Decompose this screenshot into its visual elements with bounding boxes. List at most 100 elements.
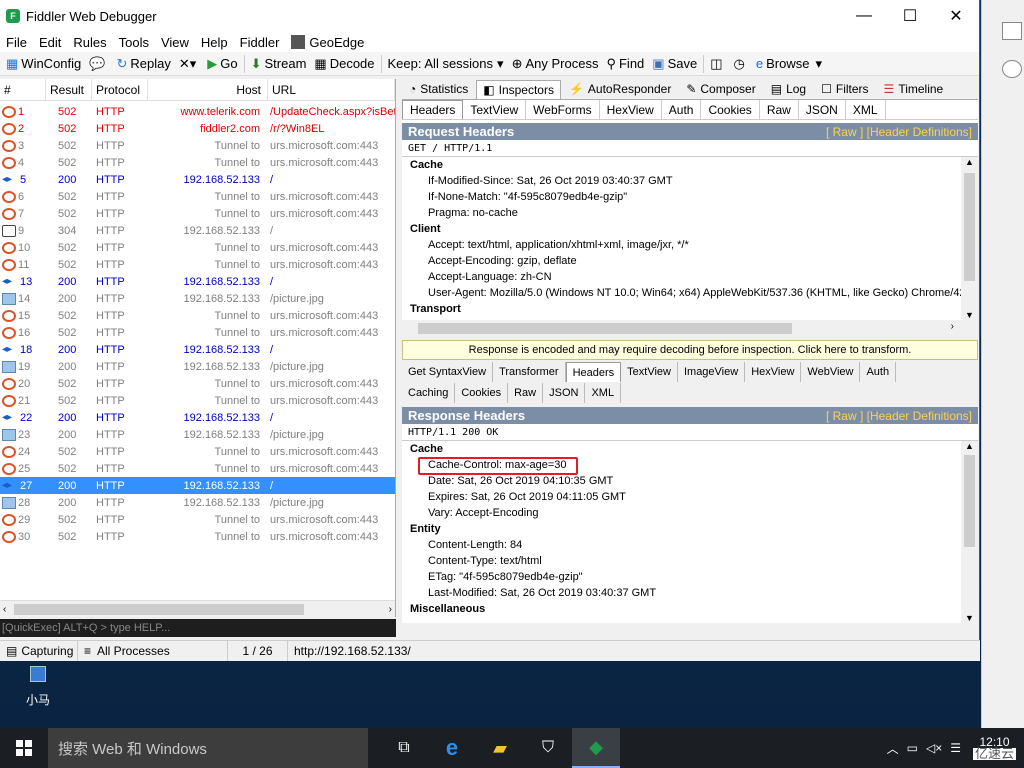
session-row[interactable]: 7 502 HTTP Tunnel to urs.microsoft.com:443: [0, 205, 395, 222]
edge-button[interactable]: e: [428, 728, 476, 768]
req-tab-webforms[interactable]: WebForms: [526, 100, 600, 119]
session-row[interactable]: ◂▸ 27 200 HTTP 192.168.52.133 /: [0, 477, 395, 494]
tab-statistics[interactable]: ◔ Statistics: [402, 79, 475, 99]
session-row[interactable]: ◂▸ 22 200 HTTP 192.168.52.133 /: [0, 409, 395, 426]
request-horizontal-scrollbar[interactable]: ›: [402, 320, 978, 337]
header-item[interactable]: If-None-Match: "4f-595c8079edb4e-gzip": [402, 189, 978, 205]
ime-icon[interactable]: ☰: [946, 741, 965, 755]
decode-button[interactable]: ▦ Decode: [310, 56, 378, 72]
keep-sessions-dropdown[interactable]: Keep: All sessions ▾: [384, 56, 508, 72]
req-tab-cookies[interactable]: Cookies: [701, 100, 760, 119]
req-tab-auth[interactable]: Auth: [662, 100, 702, 119]
start-button[interactable]: [0, 728, 48, 768]
menu-view[interactable]: View: [155, 35, 195, 50]
header-item[interactable]: Date: Sat, 26 Oct 2019 04:10:35 GMT: [402, 473, 978, 489]
volume-icon[interactable]: ◁×: [922, 741, 946, 755]
session-row[interactable]: 21 502 HTTP Tunnel to urs.microsoft.com:443: [0, 392, 395, 409]
winconfig-button[interactable]: ▦ WinConfig: [2, 56, 85, 72]
session-row[interactable]: 23 200 HTTP 192.168.52.133/picture.jpg: [0, 426, 395, 443]
menu-file[interactable]: File: [0, 35, 33, 50]
header-group[interactable]: Client: [402, 221, 978, 237]
session-row[interactable]: ◂▸ 5 200 HTTP 192.168.52.133 /: [0, 171, 395, 188]
menu-tools[interactable]: Tools: [113, 35, 155, 50]
session-row[interactable]: 14 200 HTTP 192.168.52.133/picture.jpg: [0, 290, 395, 307]
store-button[interactable]: ⛉: [524, 728, 572, 768]
scroll-right-icon[interactable]: ›: [389, 604, 392, 615]
req-tab-hexview[interactable]: HexView: [600, 100, 662, 119]
remove-button[interactable]: ✕▾: [175, 56, 203, 72]
tray-chevron-icon[interactable]: ︿: [883, 740, 903, 757]
column-number[interactable]: #: [0, 79, 46, 100]
resp-tab-raw[interactable]: Raw: [508, 383, 544, 403]
scroll-thumb[interactable]: [14, 604, 304, 615]
resp-tab-json[interactable]: JSON: [543, 383, 586, 403]
request-header-links[interactable]: [ Raw ] [Header Definitions]: [826, 125, 978, 139]
session-row[interactable]: 3 502 HTTP Tunnel to urs.microsoft.com:443: [0, 137, 395, 154]
resp-tab-cookies[interactable]: Cookies: [455, 383, 509, 403]
header-item[interactable]: ETag: "4f-595c8079edb4e-gzip": [402, 569, 978, 585]
session-row[interactable]: 11 502 HTTP Tunnel to urs.microsoft.com:443: [0, 256, 395, 273]
session-row[interactable]: 28 200 HTTP 192.168.52.133/picture.jpg: [0, 494, 395, 511]
session-row[interactable]: 9 304 HTTP 192.168.52.133 /: [0, 222, 395, 239]
taskbar-search-input[interactable]: 搜索 Web 和 Windows: [48, 728, 368, 768]
session-row[interactable]: 2 502 HTTP fiddler2.com/r/?Win8EL: [0, 120, 395, 137]
decode-banner[interactable]: Response is encoded and may require deco…: [402, 340, 978, 360]
menu-edit[interactable]: Edit: [33, 35, 67, 50]
resp-tab-xml[interactable]: XML: [585, 383, 622, 403]
response-header-tree[interactable]: Cache Cache-Control: max-age=30 Date: Sat,…: [402, 441, 978, 623]
tab-log[interactable]: ▤ Log: [764, 79, 813, 99]
comment-button[interactable]: 💬: [85, 56, 112, 72]
req-tab-headers[interactable]: Headers: [402, 100, 464, 119]
timer-button[interactable]: ◷: [730, 56, 752, 72]
resp-tab-textview[interactable]: TextView: [621, 362, 678, 382]
process-filter[interactable]: ≡ All Processes: [78, 641, 228, 661]
header-item[interactable]: Accept-Language: zh-CN: [402, 269, 978, 285]
find-button[interactable]: ⚲ Find: [602, 56, 648, 72]
header-item[interactable]: Vary: Accept-Encoding: [402, 505, 978, 521]
close-button[interactable]: ✕: [933, 0, 979, 32]
session-row[interactable]: 4 502 HTTP Tunnel to urs.microsoft.com:443: [0, 154, 395, 171]
stream-button[interactable]: ⬇ Stream: [247, 56, 311, 72]
header-group[interactable]: Miscellaneous: [402, 601, 978, 617]
session-row[interactable]: 6 502 HTTP Tunnel to urs.microsoft.com:443: [0, 188, 395, 205]
browse-button[interactable]: e Browse ▾: [752, 56, 826, 72]
scroll-left-icon[interactable]: ‹: [3, 604, 6, 615]
fiddler-taskbar-button[interactable]: ◆: [572, 728, 620, 768]
go-button[interactable]: ▶ Go: [203, 56, 241, 72]
session-row[interactable]: 16 502 HTTP Tunnel to urs.microsoft.com:443: [0, 324, 395, 341]
resp-tab-headers[interactable]: Headers: [565, 362, 622, 382]
session-row[interactable]: 1 502 HTTP www.telerik.com/UpdateCheck.aspx…: [0, 103, 395, 120]
any-process-button[interactable]: ⊕ Any Process: [508, 56, 603, 72]
session-row[interactable]: 19 200 HTTP 192.168.52.133/picture.jpg: [0, 358, 395, 375]
req-tab-raw[interactable]: Raw: [760, 100, 799, 119]
req-tab-textview[interactable]: TextView: [463, 100, 527, 119]
menu-fiddler[interactable]: Fiddler: [234, 35, 286, 50]
tab-autoresponder[interactable]: ⚡ AutoResponder: [562, 79, 678, 99]
session-horizontal-scrollbar[interactable]: ‹ ›: [0, 600, 395, 617]
column-host[interactable]: Host: [148, 79, 268, 100]
capturing-status[interactable]: ▤ Capturing: [0, 641, 78, 661]
resp-tab-getsyntaxview[interactable]: Get SyntaxView: [402, 362, 494, 382]
header-item[interactable]: Content-Type: text/html: [402, 553, 978, 569]
header-item[interactable]: Pragma: no-cache: [402, 205, 978, 221]
response-header-links[interactable]: [ Raw ] [Header Definitions]: [826, 409, 978, 423]
resp-tab-webview[interactable]: WebView: [801, 362, 861, 382]
minimize-button[interactable]: —: [841, 0, 887, 32]
tab-inspectors[interactable]: ◧ Inspectors: [476, 80, 561, 99]
header-item[interactable]: Accept-Encoding: gzip, deflate: [402, 253, 978, 269]
header-group[interactable]: Cache: [402, 441, 978, 457]
session-row[interactable]: 30 502 HTTP Tunnel to urs.microsoft.com:443: [0, 528, 395, 545]
scroll-thumb[interactable]: [964, 455, 975, 547]
session-row[interactable]: 20 502 HTTP Tunnel to urs.microsoft.com:443: [0, 375, 395, 392]
tab-timeline[interactable]: ☰ Timeline: [877, 79, 951, 99]
request-vertical-scrollbar[interactable]: ▲ ▼: [961, 157, 978, 320]
tab-composer[interactable]: ✎ Composer: [679, 79, 762, 99]
resp-tab-transformer[interactable]: Transformer: [493, 362, 566, 382]
header-group[interactable]: Entity: [402, 521, 978, 537]
column-url[interactable]: URL: [268, 79, 395, 100]
menu-geoedge[interactable]: GeoEdge: [285, 35, 370, 50]
req-tab-xml[interactable]: XML: [846, 100, 886, 119]
network-icon[interactable]: ▭: [903, 741, 922, 755]
session-list[interactable]: # Result Protocol Host URL 1 502 HTTP www.t…: [0, 79, 396, 617]
header-item[interactable]: If-Modified-Since: Sat, 26 Oct 2019 03:4…: [402, 173, 978, 189]
